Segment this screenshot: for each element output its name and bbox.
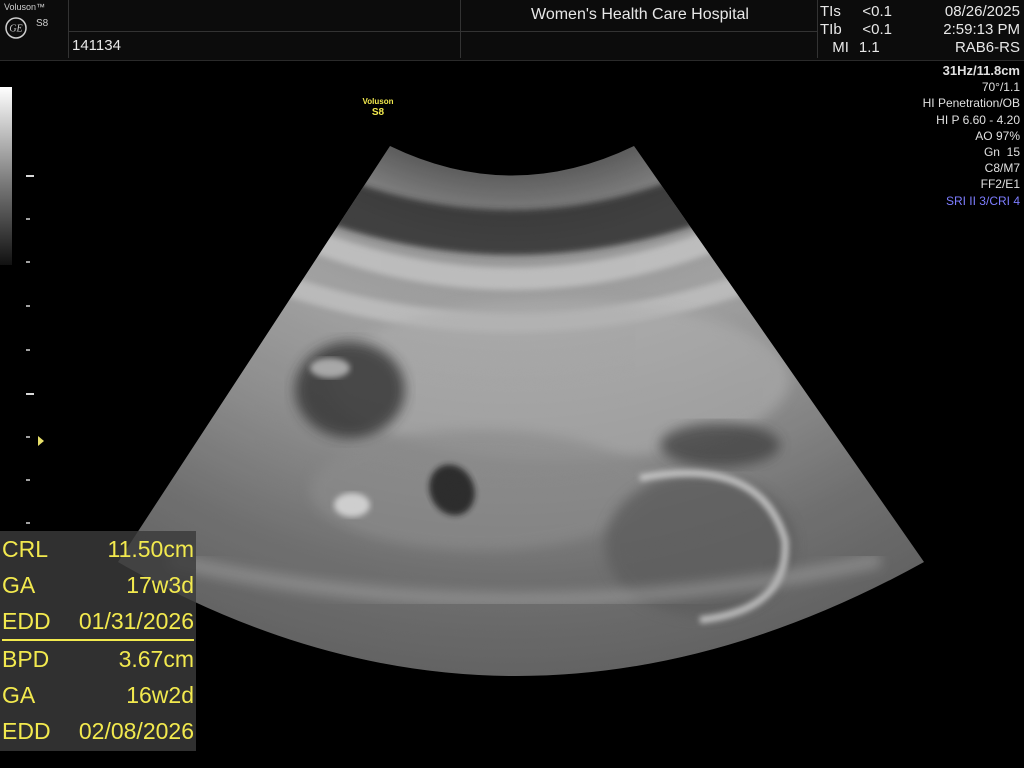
exam-date: 08/26/2025 [944, 3, 1020, 20]
measurement-row-crl: CRL 11.50cm [0, 531, 196, 567]
measurement-value: 11.50cm [107, 536, 194, 562]
header-divider [68, 0, 69, 58]
measurement-row-bpd: BPD 3.67cm [0, 641, 196, 677]
header-divider [817, 0, 818, 58]
safety-label: MI [832, 39, 849, 56]
param-maps: C8/M7 [984, 161, 1020, 176]
measurement-value: 17w3d [126, 572, 194, 598]
measurement-value: 02/08/2026 [78, 718, 194, 744]
probe-label-model: S8 [371, 107, 385, 118]
measurement-label: BPD [2, 646, 50, 672]
param-gain: Gn 15 [983, 145, 1020, 160]
param-frequency: HI P 6.60 - 4.20 [936, 112, 1020, 127]
safety-value: 1.1 [858, 39, 880, 56]
measurement-results-panel: CRL 11.50cm GA 17w3d EDD 01/31/2026 BPD … [0, 531, 196, 751]
measurement-row-ga: GA 17w3d [0, 567, 196, 603]
param-sri: SRI II 3/CRI 4 [945, 193, 1020, 208]
measurement-value: 3.67cm [118, 646, 194, 672]
probe-orientation-label: Voluson S8 [350, 96, 406, 118]
safety-value: <0.1 [862, 21, 892, 38]
header-bar: Voluson™ GE S8 141134 Women's Health Car… [0, 0, 1024, 61]
measurement-row-edd: EDD 01/31/2026 [0, 603, 196, 639]
param-angle: 70°/1.1 [981, 80, 1020, 95]
measurement-row-edd: EDD 02/08/2026 [0, 713, 196, 749]
safety-value: <0.1 [862, 3, 892, 20]
param-frame-depth: 31Hz/11.8cm [942, 63, 1020, 78]
header-divider [68, 31, 460, 32]
safety-row-mi: MI 1.1 [820, 39, 892, 57]
param-mode: HI Penetration/OB [922, 96, 1020, 111]
safety-row-tib: TIb <0.1 [820, 21, 892, 39]
measurement-label: EDD [2, 608, 51, 634]
exam-time: 2:59:13 PM [943, 21, 1020, 38]
measurement-row-ga: GA 16w2d [0, 677, 196, 713]
safety-row-tis: TIs <0.1 [820, 3, 892, 21]
param-acoustic-output: AO 97% [975, 128, 1020, 143]
focus-marker-icon [38, 436, 44, 446]
measurement-label: EDD [2, 718, 51, 744]
safety-label: TIs [820, 3, 841, 20]
measurement-label: GA [2, 572, 36, 598]
measurement-label: CRL [2, 536, 49, 562]
safety-label: TIb [820, 21, 842, 38]
patient-id: 141134 [72, 37, 121, 54]
safety-indices: TIs <0.1 TIb <0.1 MI 1.1 [820, 3, 892, 57]
measurement-value: 01/31/2026 [78, 608, 194, 634]
measurement-value: 16w2d [126, 682, 194, 708]
probe-name: RAB6-RS [954, 39, 1020, 56]
header-divider [460, 31, 817, 32]
measurement-label: GA [2, 682, 36, 708]
param-filters: FF2/E1 [980, 177, 1020, 192]
imaging-parameters: 31Hz/11.8cm 70°/1.1 HI Penetration/OB HI… [923, 63, 1020, 209]
header-divider [460, 0, 461, 58]
hospital-name: Women's Health Care Hospital [531, 6, 749, 23]
probe-label-brand: Voluson [362, 97, 394, 106]
datetime-panel: 08/26/2025 2:59:13 PM RAB6-RS [895, 3, 1020, 57]
